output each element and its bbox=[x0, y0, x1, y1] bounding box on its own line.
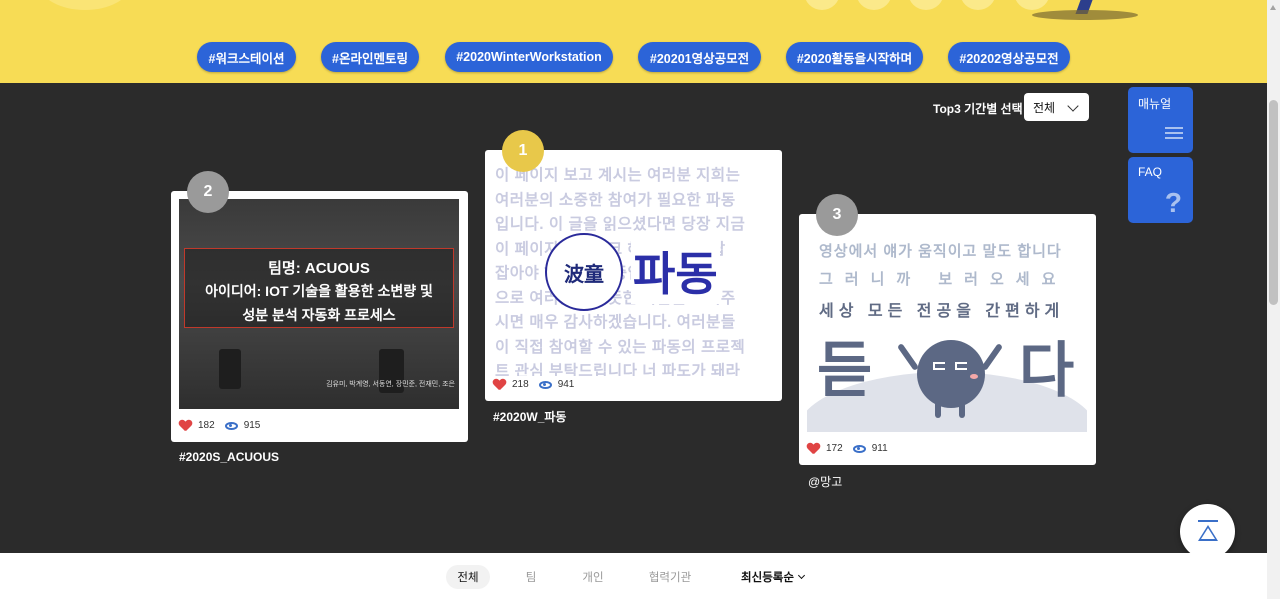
mascot-leg bbox=[935, 400, 941, 418]
hashtag-bar: #워크스테이션 #온라인멘토링 #2020WinterWorkstation #… bbox=[0, 42, 1267, 72]
decorative-circle bbox=[1014, 0, 1050, 10]
card-acuous[interactable]: 팀명: ACUOUS 아이디어: IOT 기술을 활용한 소변량 및 성분 분석… bbox=[171, 191, 468, 442]
arrow-up-icon bbox=[1198, 525, 1218, 541]
like-count: 182 bbox=[198, 420, 215, 431]
document-check-icon bbox=[1165, 127, 1183, 143]
like-count: 172 bbox=[826, 443, 843, 454]
hashtag-video-contest-2[interactable]: #20202영상공모전 bbox=[948, 42, 1070, 72]
card-stats: 218 941 bbox=[493, 379, 574, 390]
card-title[interactable]: @망고 bbox=[808, 473, 842, 490]
faq-label: FAQ bbox=[1138, 165, 1163, 179]
rank-badge-3: 3 bbox=[816, 194, 858, 236]
sort-dropdown[interactable]: 최신등록순 bbox=[730, 565, 815, 589]
top3-period-select[interactable]: 전체 bbox=[1024, 93, 1089, 121]
eye-icon bbox=[538, 380, 552, 389]
filter-tab-individual[interactable]: 개인 bbox=[573, 565, 613, 589]
chevron-down-icon bbox=[797, 571, 805, 580]
mascot-eye bbox=[955, 362, 967, 370]
like-count: 218 bbox=[512, 379, 529, 390]
thumbnail-line: 아이디어: IOT 기술을 활용한 소변량 및 bbox=[205, 283, 433, 299]
chevron-down-icon bbox=[1067, 100, 1079, 112]
view-count: 911 bbox=[871, 443, 888, 454]
thumbnail-line: 그러니까 보러오세요 bbox=[819, 271, 1068, 288]
thumbnail-line: 성분 분석 자동화 프로세스 bbox=[242, 307, 396, 323]
filter-tab-all[interactable]: 전체 bbox=[446, 565, 490, 589]
faq-button[interactable]: FAQ ? bbox=[1128, 157, 1193, 223]
mascot-blush bbox=[970, 374, 978, 379]
hashtag-activity-start[interactable]: #2020활동을시작하며 bbox=[786, 42, 923, 72]
thumbnail-members: 김유미, 박계영, 서동연, 장민준, 전재민, 조은 bbox=[326, 381, 455, 388]
scroll-top-bar-icon bbox=[1198, 520, 1218, 522]
question-mark-icon: ? bbox=[1164, 187, 1182, 218]
filter-bar: 전체 팀 개인 협력기관 최신등록순 bbox=[0, 553, 1267, 599]
decorative-circle bbox=[804, 0, 840, 10]
thumbnail-line: 영상에서 얘가 움직이고 말도 합니다 bbox=[819, 243, 1062, 260]
view-count: 941 bbox=[557, 379, 575, 390]
scroll-up-arrow-icon[interactable] bbox=[1270, 5, 1276, 10]
top3-period-label: Top3 기간별 선택 bbox=[933, 102, 1023, 116]
thumbnail-big-left: 듣 bbox=[817, 337, 873, 404]
filter-tab-team[interactable]: 팀 bbox=[515, 565, 547, 589]
decorative-circle bbox=[856, 0, 892, 10]
card-thumbnail[interactable]: 팀명: ACUOUS 아이디어: IOT 기술을 활용한 소변량 및 성분 분석… bbox=[179, 199, 459, 409]
card-stats: 182 915 bbox=[179, 420, 260, 431]
manual-button[interactable]: 매뉴얼 bbox=[1128, 87, 1193, 153]
mascot-leg bbox=[959, 400, 965, 418]
hashtag-video-contest-1[interactable]: #20201영상공모전 bbox=[638, 42, 761, 72]
mascot-eye bbox=[933, 362, 945, 370]
manual-label: 매뉴얼 bbox=[1138, 97, 1172, 111]
hashtag-winter-workstation[interactable]: #2020WinterWorkstation bbox=[445, 42, 613, 72]
decorative-shadow bbox=[1032, 10, 1138, 20]
card-mango[interactable]: 영상에서 얘가 움직이고 말도 합니다 그러니까 보러오세요 세상 모든 전공을… bbox=[799, 214, 1096, 465]
card-title[interactable]: #2020S_ACUOUS bbox=[179, 450, 279, 464]
card-title[interactable]: #2020W_파동 bbox=[493, 408, 566, 425]
mascot-arm bbox=[896, 342, 920, 372]
eye-icon bbox=[224, 421, 238, 430]
card-thumbnail[interactable]: 영상에서 얘가 움직이고 말도 합니다 그러니까 보러오세요 세상 모든 전공을… bbox=[807, 222, 1087, 432]
heart-icon[interactable] bbox=[807, 443, 820, 454]
header-banner: #워크스테이션 #온라인멘토링 #2020WinterWorkstation #… bbox=[0, 0, 1267, 83]
decorative-circle bbox=[908, 0, 944, 10]
page-scrollbar[interactable] bbox=[1267, 0, 1280, 599]
thumbnail-big-text: 파동 bbox=[631, 238, 720, 304]
scroll-to-top-button[interactable] bbox=[1180, 504, 1235, 559]
sort-label: 최신등록순 bbox=[741, 572, 794, 584]
heart-icon[interactable] bbox=[179, 420, 192, 431]
thumbnail-logo: 波童 bbox=[545, 233, 623, 311]
card-thumbnail[interactable]: 이 페이지 보고 계시는 여러분 지희는 여러분의 소중한 참여가 필요한 파동… bbox=[493, 158, 773, 376]
thumbnail-big-right: 다 bbox=[1019, 337, 1075, 404]
heart-icon[interactable] bbox=[493, 379, 506, 390]
rank-badge-1: 1 bbox=[502, 130, 544, 172]
decorative-circle bbox=[960, 0, 996, 10]
card-padong[interactable]: 이 페이지 보고 계시는 여러분 지희는 여러분의 소중한 참여가 필요한 파동… bbox=[485, 150, 782, 401]
card-stats: 172 911 bbox=[807, 443, 888, 454]
decorative-chair bbox=[219, 349, 241, 389]
hashtag-online-mentoring[interactable]: #온라인멘토링 bbox=[321, 42, 419, 72]
decorative-blob bbox=[40, 0, 130, 10]
rank-badge-2: 2 bbox=[187, 171, 229, 213]
scrollbar-thumb[interactable] bbox=[1269, 100, 1278, 305]
thumbnail-line: 팀명: ACUOUS bbox=[268, 260, 370, 277]
filter-tab-partner[interactable]: 협력기관 bbox=[640, 565, 700, 589]
top3-period-value: 전체 bbox=[1033, 100, 1056, 115]
eye-icon bbox=[852, 444, 866, 453]
thumbnail-line: 세상 모든 전공을 간편하게 bbox=[819, 303, 1065, 320]
hashtag-workstation[interactable]: #워크스테이션 bbox=[197, 42, 296, 72]
view-count: 915 bbox=[243, 420, 261, 431]
